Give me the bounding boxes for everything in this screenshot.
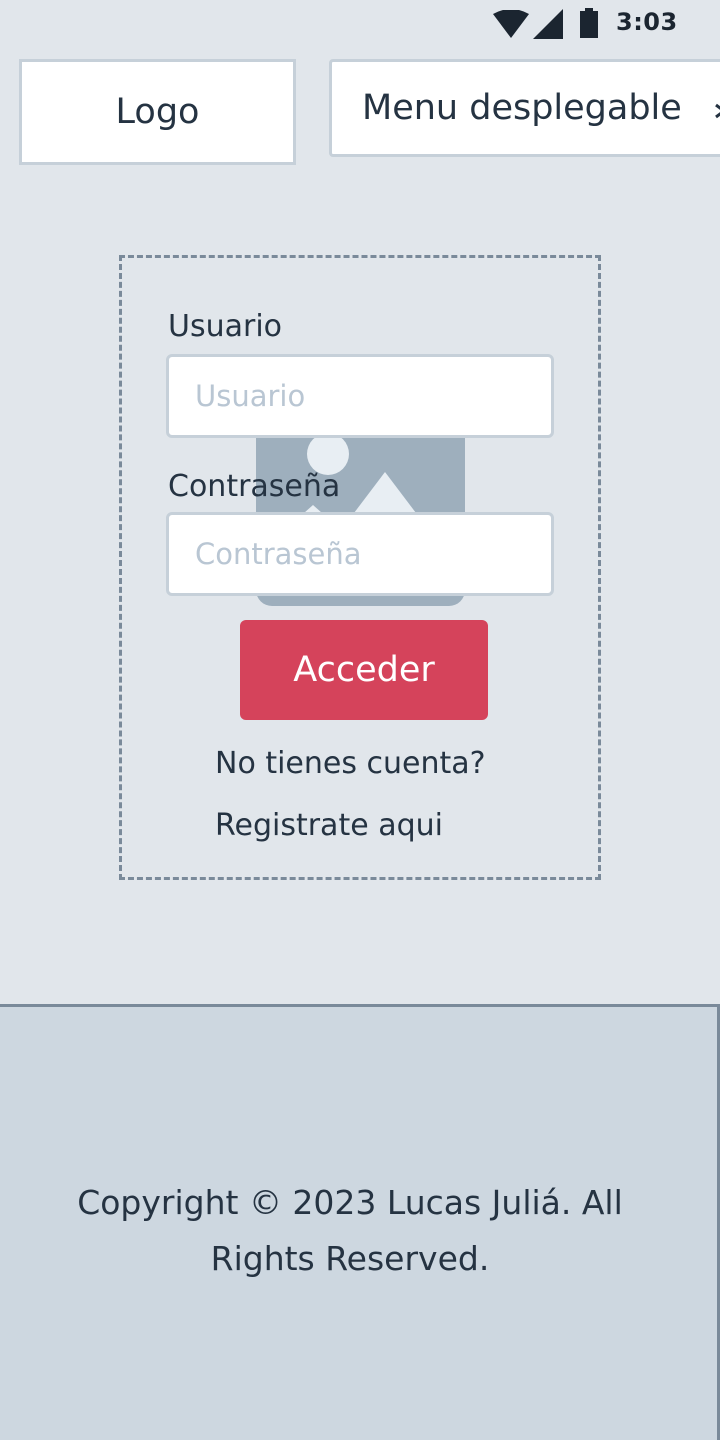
footer: Copyright © 2023 Lucas Juliá. All Rights… xyxy=(0,1004,720,1440)
signal-icon xyxy=(533,9,563,39)
login-button[interactable]: Acceder xyxy=(240,620,488,720)
password-input[interactable] xyxy=(166,512,554,596)
dropdown-menu[interactable]: Menu desplegable xyxy=(329,59,720,157)
logo[interactable]: Logo xyxy=(19,59,296,165)
register-link[interactable]: Registrate aqui xyxy=(215,808,443,843)
password-label: Contraseña xyxy=(168,469,341,504)
wifi-icon xyxy=(493,10,529,38)
copyright-text: Copyright © 2023 Lucas Juliá. All Rights… xyxy=(77,1183,623,1278)
logo-label: Logo xyxy=(115,92,200,132)
no-account-text: No tienes cuenta? xyxy=(215,746,486,781)
status-bar: 3:03 xyxy=(0,0,720,48)
username-input[interactable] xyxy=(166,354,554,438)
battery-icon xyxy=(580,8,598,38)
status-time: 3:03 xyxy=(616,8,678,36)
username-label: Usuario xyxy=(168,309,283,344)
login-page: 3:03 Logo Menu desplegable Usuario Contr… xyxy=(0,0,720,1440)
dropdown-menu-label: Menu desplegable xyxy=(362,88,682,128)
chevron-icon xyxy=(715,103,720,119)
